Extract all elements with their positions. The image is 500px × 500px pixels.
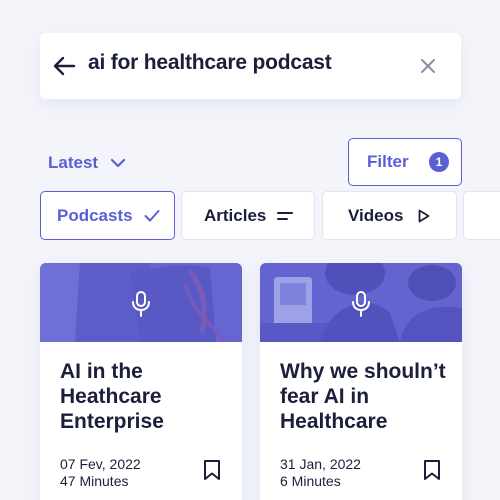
chip-podcasts[interactable]: Podcasts bbox=[40, 191, 175, 240]
card-duration: 47 Minutes bbox=[60, 473, 129, 489]
close-icon[interactable] bbox=[419, 57, 437, 75]
podcast-thumbnail bbox=[260, 263, 462, 342]
play-icon bbox=[418, 209, 430, 223]
card-title: AI in the Heathcare Enterprise bbox=[60, 360, 164, 433]
search-bar: ai for healthcare podcast bbox=[40, 33, 461, 99]
filter-count-badge: 1 bbox=[429, 152, 449, 172]
arrow-left-icon[interactable] bbox=[52, 56, 76, 76]
card-date: 07 Fev, 2022 bbox=[60, 456, 141, 472]
search-input[interactable]: ai for healthcare podcast bbox=[88, 51, 332, 75]
bookmark-icon[interactable] bbox=[203, 459, 221, 481]
chip-podcasts-label: Podcasts bbox=[57, 206, 133, 225]
card-date: 31 Jan, 2022 bbox=[280, 456, 361, 472]
card-title: Why we shouln’t fear AI in Healthcare bbox=[280, 360, 446, 433]
sort-dropdown[interactable]: Latest bbox=[48, 150, 126, 176]
filter-label: Filter bbox=[367, 152, 409, 171]
chevron-down-icon bbox=[110, 158, 126, 168]
sort-label: Latest bbox=[48, 153, 99, 172]
lines-icon bbox=[277, 212, 293, 220]
bookmark-icon[interactable] bbox=[423, 459, 441, 481]
microphone-icon bbox=[132, 291, 150, 317]
podcast-card[interactable]: Why we shouln’t fear AI in Healthcare 31… bbox=[260, 263, 462, 500]
card-duration: 6 Minutes bbox=[280, 473, 341, 489]
chip-videos-label: Videos bbox=[348, 206, 404, 225]
chip-more[interactable] bbox=[463, 191, 500, 240]
chip-articles-label: Articles bbox=[204, 206, 267, 225]
microphone-icon bbox=[352, 291, 370, 317]
podcast-card[interactable]: AI in the Heathcare Enterprise 07 Fev, 2… bbox=[40, 263, 242, 500]
podcast-thumbnail bbox=[40, 263, 242, 342]
filter-button[interactable]: Filter 1 bbox=[348, 138, 462, 186]
check-icon bbox=[144, 210, 160, 222]
chip-videos[interactable]: Videos bbox=[322, 191, 457, 240]
chip-articles[interactable]: Articles bbox=[181, 191, 315, 240]
